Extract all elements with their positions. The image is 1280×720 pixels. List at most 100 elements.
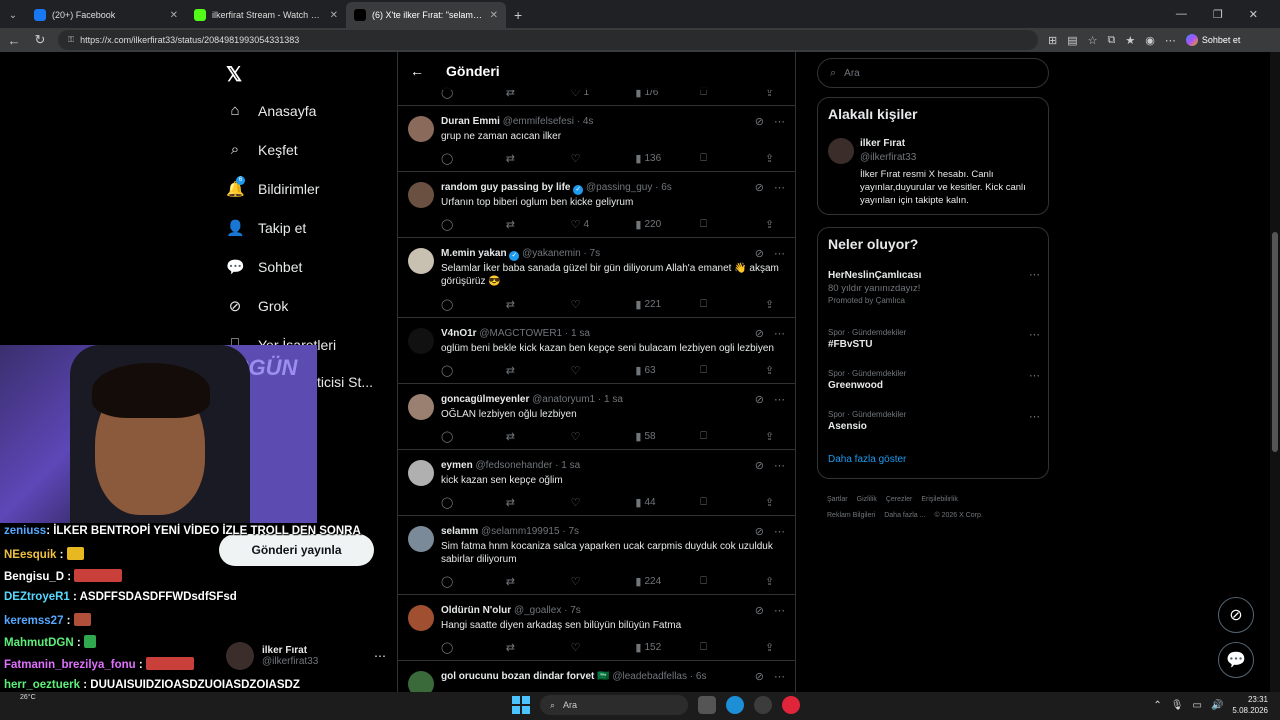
avatar[interactable] (408, 248, 434, 274)
bookmark-button[interactable]: ⎕ (700, 575, 726, 588)
share-button[interactable]: ⇪ (765, 430, 791, 443)
more-icon[interactable]: ⋯ (1029, 369, 1040, 382)
post-time[interactable]: · 6s (655, 182, 672, 193)
more-icon[interactable]: ⋯ (1029, 328, 1040, 341)
network-icon[interactable]: ▭ (1193, 700, 1202, 711)
author-handle[interactable]: @yakanemin (522, 248, 581, 259)
post-time[interactable]: · 7s (564, 605, 581, 616)
trend-item[interactable]: Spor · Gündemdekiler Asensio ⋯ (828, 410, 1040, 432)
author-handle[interactable]: @selamm199915 (481, 526, 560, 537)
share-button[interactable]: ⇪ (765, 218, 791, 231)
edge-icon[interactable] (726, 696, 744, 714)
obs-icon[interactable] (754, 696, 772, 714)
author-name[interactable]: Duran Emmi (441, 116, 500, 127)
nav-item-5[interactable]: 💬 Sohbet (226, 258, 302, 276)
reply-button[interactable]: ◯ (441, 641, 467, 654)
related-handle[interactable]: @ilkerfirat33 (860, 152, 916, 163)
nav-item-6[interactable]: ⊘ Grok (226, 297, 289, 315)
file-explorer-icon[interactable] (698, 696, 716, 714)
post-time[interactable]: · 1 sa (555, 460, 580, 471)
avatar[interactable] (408, 460, 434, 486)
grok-icon[interactable]: ⊘ (755, 393, 764, 406)
views-button[interactable]: ▮ 152 (635, 641, 661, 654)
reader-icon[interactable]: ▤ (1067, 34, 1077, 47)
author-handle[interactable]: @_goallex (514, 605, 561, 616)
favorites-bar-icon[interactable]: ★ (1125, 34, 1135, 47)
author-name[interactable]: goncagülmeyenler (441, 394, 529, 405)
author-name[interactable]: eymen (441, 460, 473, 471)
search-input[interactable] (844, 67, 1025, 79)
reply-button[interactable]: ◯ (441, 575, 467, 588)
trend-item[interactable]: Spor · Gündemdekiler #FBvSTU ⋯ (828, 328, 1040, 350)
site-info-icon[interactable]: ⚿ (68, 35, 74, 45)
browser-tab[interactable]: (20+) Facebook ✕ (26, 2, 186, 28)
new-tab-button[interactable]: + (506, 2, 530, 28)
grok-icon[interactable]: ⊘ (755, 670, 764, 683)
trend-item[interactable]: HerNeslinÇamlıcası 80 yıldır yanınızdayız… (828, 268, 1040, 305)
nav-item-4[interactable]: 👤 Takip et (226, 219, 306, 237)
x-logo-icon[interactable]: 𝕏 (226, 62, 242, 87)
scrollbar-thumb[interactable] (1272, 232, 1278, 452)
show-more-link[interactable]: Daha fazla göster (828, 454, 906, 465)
favorite-icon[interactable]: ☆ (1088, 34, 1098, 47)
reply-button[interactable]: ◯ (441, 218, 467, 231)
repost-button[interactable]: ⇄ (506, 364, 532, 377)
repost-button[interactable]: ⇄ (506, 641, 532, 654)
author-name[interactable]: gol orucunu bozan dindar forvet 🇸🇦 (441, 671, 610, 682)
views-button[interactable]: ▮ 58 (635, 430, 661, 443)
avatar[interactable] (408, 394, 434, 420)
avatar[interactable] (408, 526, 434, 552)
bookmark-button[interactable]: ⎕ (700, 218, 726, 231)
like-button[interactable]: ♡ (571, 364, 597, 377)
more-icon[interactable]: ⋯ (774, 393, 785, 406)
grok-icon[interactable]: ⊘ (755, 604, 764, 617)
browser-tab[interactable]: ilkerfirat Stream - Watch Live on Kick ✕ (186, 2, 346, 28)
views-button[interactable]: ▮ 224 (635, 575, 661, 588)
share-button[interactable]: ⇪ (765, 641, 791, 654)
apps-icon[interactable]: ⊞ (1048, 34, 1057, 47)
grok-icon[interactable]: ⊘ (755, 525, 764, 538)
post-time[interactable]: · 1 sa (598, 394, 623, 405)
more-icon[interactable]: ⋯ (774, 525, 785, 538)
author-handle[interactable]: @leadebadfellas (612, 671, 687, 682)
share-button[interactable]: ⇪ (765, 152, 791, 165)
close-tab-icon[interactable]: ✕ (330, 10, 338, 21)
nav-item-partial[interactable]: ticisi St... (317, 374, 373, 390)
avatar[interactable] (408, 116, 434, 142)
reply-post[interactable]: eymen @fedsonehander · 1 sa ⊘ ⋯ kick kazan … (398, 450, 795, 516)
reply-post[interactable]: M.emin yakan ✓ @yakanemin · 7s ⊘ ⋯ Selamlar… (398, 238, 795, 318)
views-button[interactable]: ▮ 44 (635, 496, 661, 509)
reply-post[interactable]: goncagülmeyenler @anatoryum1 · 1 sa ⊘ ⋯ OĞL… (398, 384, 795, 450)
author-handle[interactable]: @fedsonehander (475, 460, 552, 471)
footer-link[interactable]: Reklam Bilgileri (827, 512, 875, 519)
repost-button[interactable]: ⇄ (506, 430, 532, 443)
like-button[interactable]: ♡ (571, 575, 597, 588)
close-tab-icon[interactable]: ✕ (170, 10, 178, 21)
more-icon[interactable]: ⋯ (1029, 410, 1040, 423)
author-handle[interactable]: @emmifelsefesi (503, 116, 574, 127)
footer-link[interactable]: Daha fazla ... (884, 512, 925, 519)
grok-icon[interactable]: ⊘ (755, 327, 764, 340)
tab-actions-menu[interactable]: ⌄ (0, 2, 26, 28)
volume-icon[interactable]: 🔊 (1211, 700, 1223, 711)
post-time[interactable]: · 7s (562, 526, 579, 537)
reply-button[interactable]: ◯ (441, 430, 467, 443)
bookmark-button[interactable]: ⎕ (700, 641, 726, 654)
close-tab-icon[interactable]: ✕ (490, 10, 498, 21)
page-scrollbar[interactable] (1270, 52, 1280, 692)
reply-button[interactable]: ◯ (441, 298, 467, 311)
more-icon[interactable]: ⋯ (1165, 34, 1176, 47)
avatar[interactable] (408, 182, 434, 208)
taskbar-search[interactable]: ⌕ Ara (540, 695, 688, 715)
like-button[interactable]: ♡ 4 (571, 218, 597, 231)
like-button[interactable]: ♡ (571, 298, 597, 311)
author-handle[interactable]: @MAGCTOWER1 (479, 328, 562, 339)
post-time[interactable]: · 4s (577, 116, 594, 127)
more-icon[interactable]: ⋯ (774, 670, 785, 683)
url-field[interactable]: ⚿ https://x.com/ilkerfirat33/status/2084… (58, 30, 1038, 50)
author-name[interactable]: selamm (441, 526, 478, 537)
reply-button[interactable]: ◯ (441, 496, 467, 509)
footer-link[interactable]: Şartlar (827, 496, 848, 503)
messages-fab[interactable]: 💬 (1218, 642, 1254, 678)
search-bar[interactable]: ⌕ (817, 58, 1049, 88)
